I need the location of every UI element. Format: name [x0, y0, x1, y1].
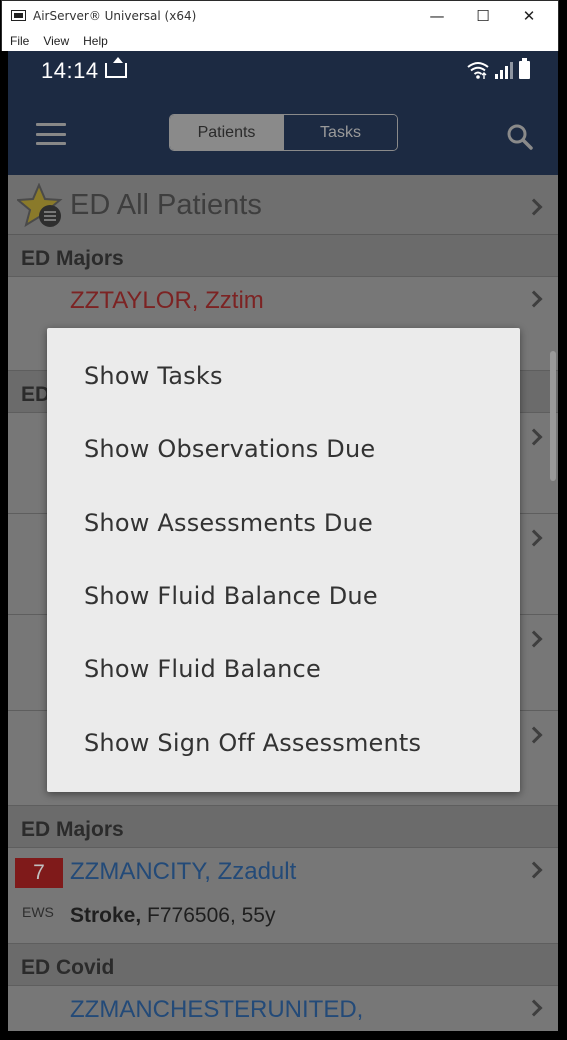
patient-name: ZZMANCHESTERUNITED,: [70, 996, 364, 1023]
menu-item-show-sign-off-assessments[interactable]: Show Sign Off Assessments: [84, 729, 421, 757]
chevron-right-icon: [525, 630, 543, 648]
app-bar: Patients Tasks: [8, 91, 558, 175]
section-header: ED Covid: [8, 944, 558, 986]
clock: 14:14: [41, 58, 99, 83]
maximize-button[interactable]: ☐: [460, 1, 506, 30]
menu-icon[interactable]: [36, 123, 66, 145]
chevron-right-icon: [525, 290, 543, 308]
filter-popup-menu: Show Tasks Show Observations Due Show As…: [47, 328, 520, 792]
chevron-right-icon: [525, 428, 543, 446]
title-bar: AirServer® Universal (x64) — ☐ ✕: [2, 1, 558, 30]
menu-item-show-assessments-due[interactable]: Show Assessments Due: [84, 509, 373, 537]
menu-item-show-tasks[interactable]: Show Tasks: [84, 362, 223, 390]
chevron-right-icon: [525, 999, 543, 1017]
star-list-icon: [17, 183, 63, 228]
menu-item-show-fluid-balance-due[interactable]: Show Fluid Balance Due: [84, 582, 378, 610]
ews-badge: 7: [15, 858, 63, 888]
chevron-right-icon: [525, 198, 543, 216]
notification-icon: [105, 57, 127, 78]
list-item[interactable]: ZZMANCHESTERUNITED,: [8, 986, 558, 1031]
menu-view[interactable]: View: [43, 34, 69, 48]
window-title: AirServer® Universal (x64): [33, 8, 197, 23]
battery-icon: [519, 58, 530, 79]
menu-item-show-fluid-balance[interactable]: Show Fluid Balance: [84, 655, 321, 683]
tab-patients[interactable]: Patients: [170, 115, 283, 150]
status-bar: 14:14: [8, 51, 558, 91]
menu-bar: File View Help: [2, 30, 558, 51]
chevron-right-icon: [525, 861, 543, 879]
patient-details: Stroke, F776506, 55y: [70, 904, 276, 927]
menu-file[interactable]: File: [10, 34, 29, 48]
list-item[interactable]: 7 EWS ZZMANCITY, Zzadult Stroke, F776506…: [8, 848, 558, 944]
airserver-window: AirServer® Universal (x64) — ☐ ✕ File Vi…: [1, 0, 559, 51]
ews-label: EWS: [22, 904, 54, 920]
signal-icon: [495, 61, 513, 79]
section-header: ED Majors: [8, 235, 558, 277]
menu-help[interactable]: Help: [83, 34, 108, 48]
section-header: ED Majors: [8, 806, 558, 848]
search-icon[interactable]: [507, 124, 533, 150]
tab-tasks[interactable]: Tasks: [283, 115, 397, 150]
wifi-icon: [467, 62, 489, 79]
patient-name: ZZMANCITY, Zzadult: [70, 858, 297, 885]
menu-item-show-observations-due[interactable]: Show Observations Due: [84, 435, 375, 463]
view-toggle: Patients Tasks: [169, 114, 398, 151]
chevron-right-icon: [525, 726, 543, 744]
airserver-app-icon: [11, 10, 26, 21]
minimize-button[interactable]: —: [414, 1, 460, 30]
all-patients-label: ED All Patients: [70, 189, 262, 221]
patient-name: ZZTAYLOR, Zztim: [70, 287, 264, 314]
close-button[interactable]: ✕: [506, 1, 552, 30]
scrollbar[interactable]: [550, 351, 556, 481]
all-patients-row[interactable]: ED All Patients: [8, 175, 558, 235]
chevron-right-icon: [525, 529, 543, 547]
